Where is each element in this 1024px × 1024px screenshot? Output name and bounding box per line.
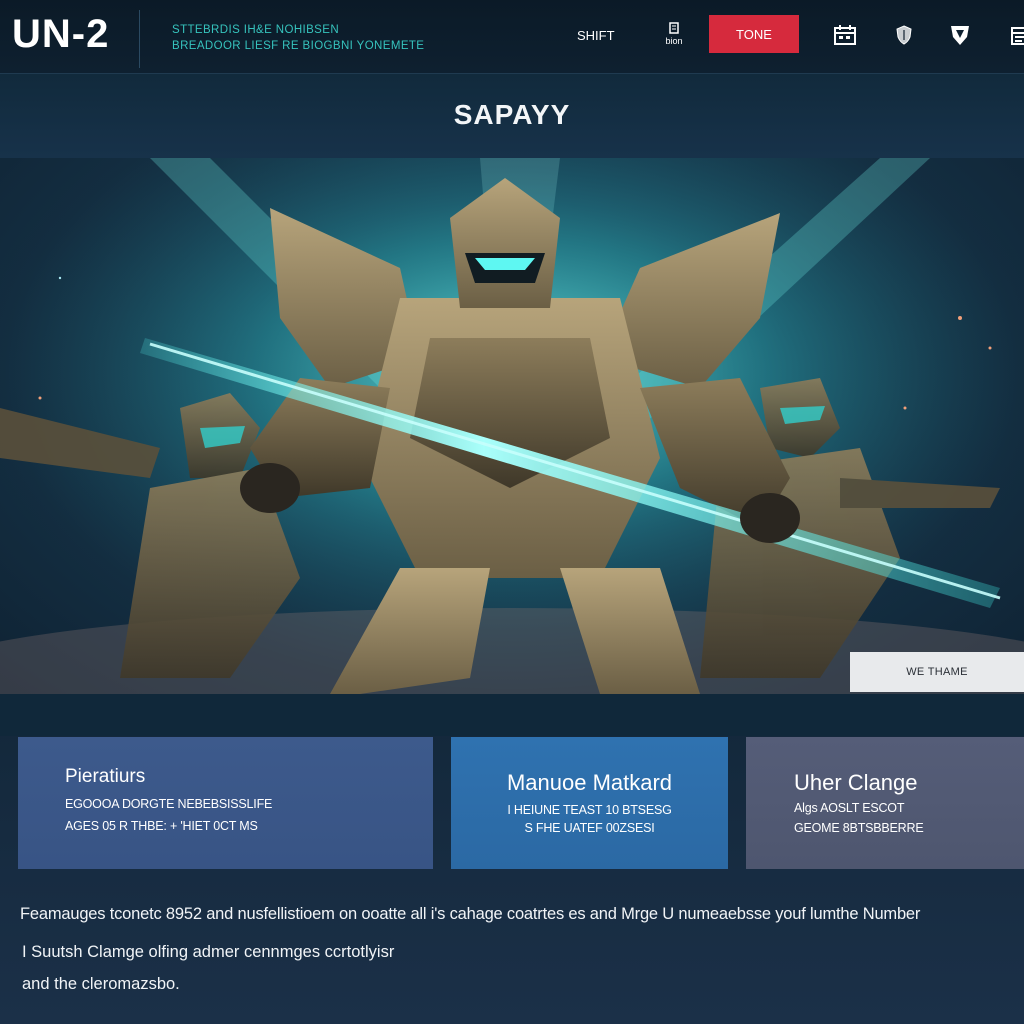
card-line-1: I HEIUNE TEAST 10 BTSESG <box>507 803 672 817</box>
description-line-2: I Suutsh Clamge olfing admer cennmges cc… <box>22 943 395 961</box>
card-title: Pieratiurs <box>65 766 146 787</box>
hero-tag-button[interactable]: WE THAME <box>850 652 1024 692</box>
logo-divider <box>139 10 140 68</box>
tagline: STTEBRDIS IH&E NOHIBSEN BREADOOR LIESF R… <box>172 22 424 54</box>
card-line-2: GEOME 8BTSBBERRE <box>794 821 924 835</box>
page-title: SAPAYY <box>453 99 571 130</box>
feature-card-3[interactable]: Uher Clange Algs AOSLT ESCOT GEOME 8BTSB… <box>746 737 1024 869</box>
app-logo[interactable]: UN-2 <box>12 12 109 56</box>
feature-card-1[interactable]: Pieratiurs EGOOOA DORGTE NEBEBSISSLIFE A… <box>18 737 433 869</box>
card-line-2: AGES 05 R THBE: + 'HIET 0CT MS <box>65 819 258 833</box>
hero-artwork <box>0 158 1024 694</box>
tagline-line-2: BREADOOR LIESF RE BIOGBNI YONEMETE <box>172 40 425 52</box>
title-band: SAPAYY <box>0 74 1024 158</box>
feature-card-2[interactable]: Manuoe Matkard I HEIUNE TEAST 10 BTSESG … <box>451 737 728 869</box>
document-icon <box>659 22 689 36</box>
calendar-icon[interactable] <box>832 22 858 48</box>
hero-bottom-strip <box>0 694 1024 736</box>
tone-button[interactable]: TONE <box>709 15 799 53</box>
nav-small-link[interactable]: bion <box>659 22 689 46</box>
description-line-3: and the cleromazsbo. <box>22 975 180 993</box>
card-line-1: EGOOOA DORGTE NEBEBSISSLIFE <box>65 797 273 811</box>
top-bar: UN-2 STTEBRDIS IH&E NOHIBSEN BREADOOR LI… <box>0 0 1024 74</box>
card-line-1: Algs AOSLT ESCOT <box>794 801 905 815</box>
card-line-2: S FHE UATEF 00ZSESI <box>524 821 655 835</box>
badge-icon[interactable] <box>947 22 973 48</box>
tagline-line-1: STTEBRDIS IH&E NOHIBSEN <box>172 24 340 36</box>
app-root: UN-2 STTEBRDIS IH&E NOHIBSEN BREADOOR LI… <box>0 0 1024 1024</box>
nav-small-label: bion <box>665 36 683 46</box>
hero-banner[interactable]: WE THAME <box>0 158 1024 694</box>
description-line-1: Feamauges tconetc 8952 and nusfellistioe… <box>20 905 921 923</box>
card-title: Uher Clange <box>794 770 918 795</box>
nav-shift-link[interactable]: SHIFT <box>577 28 615 43</box>
card-title: Manuoe Matkard <box>506 770 673 795</box>
folder-icon[interactable] <box>1008 22 1024 48</box>
shield-icon[interactable] <box>891 22 917 48</box>
